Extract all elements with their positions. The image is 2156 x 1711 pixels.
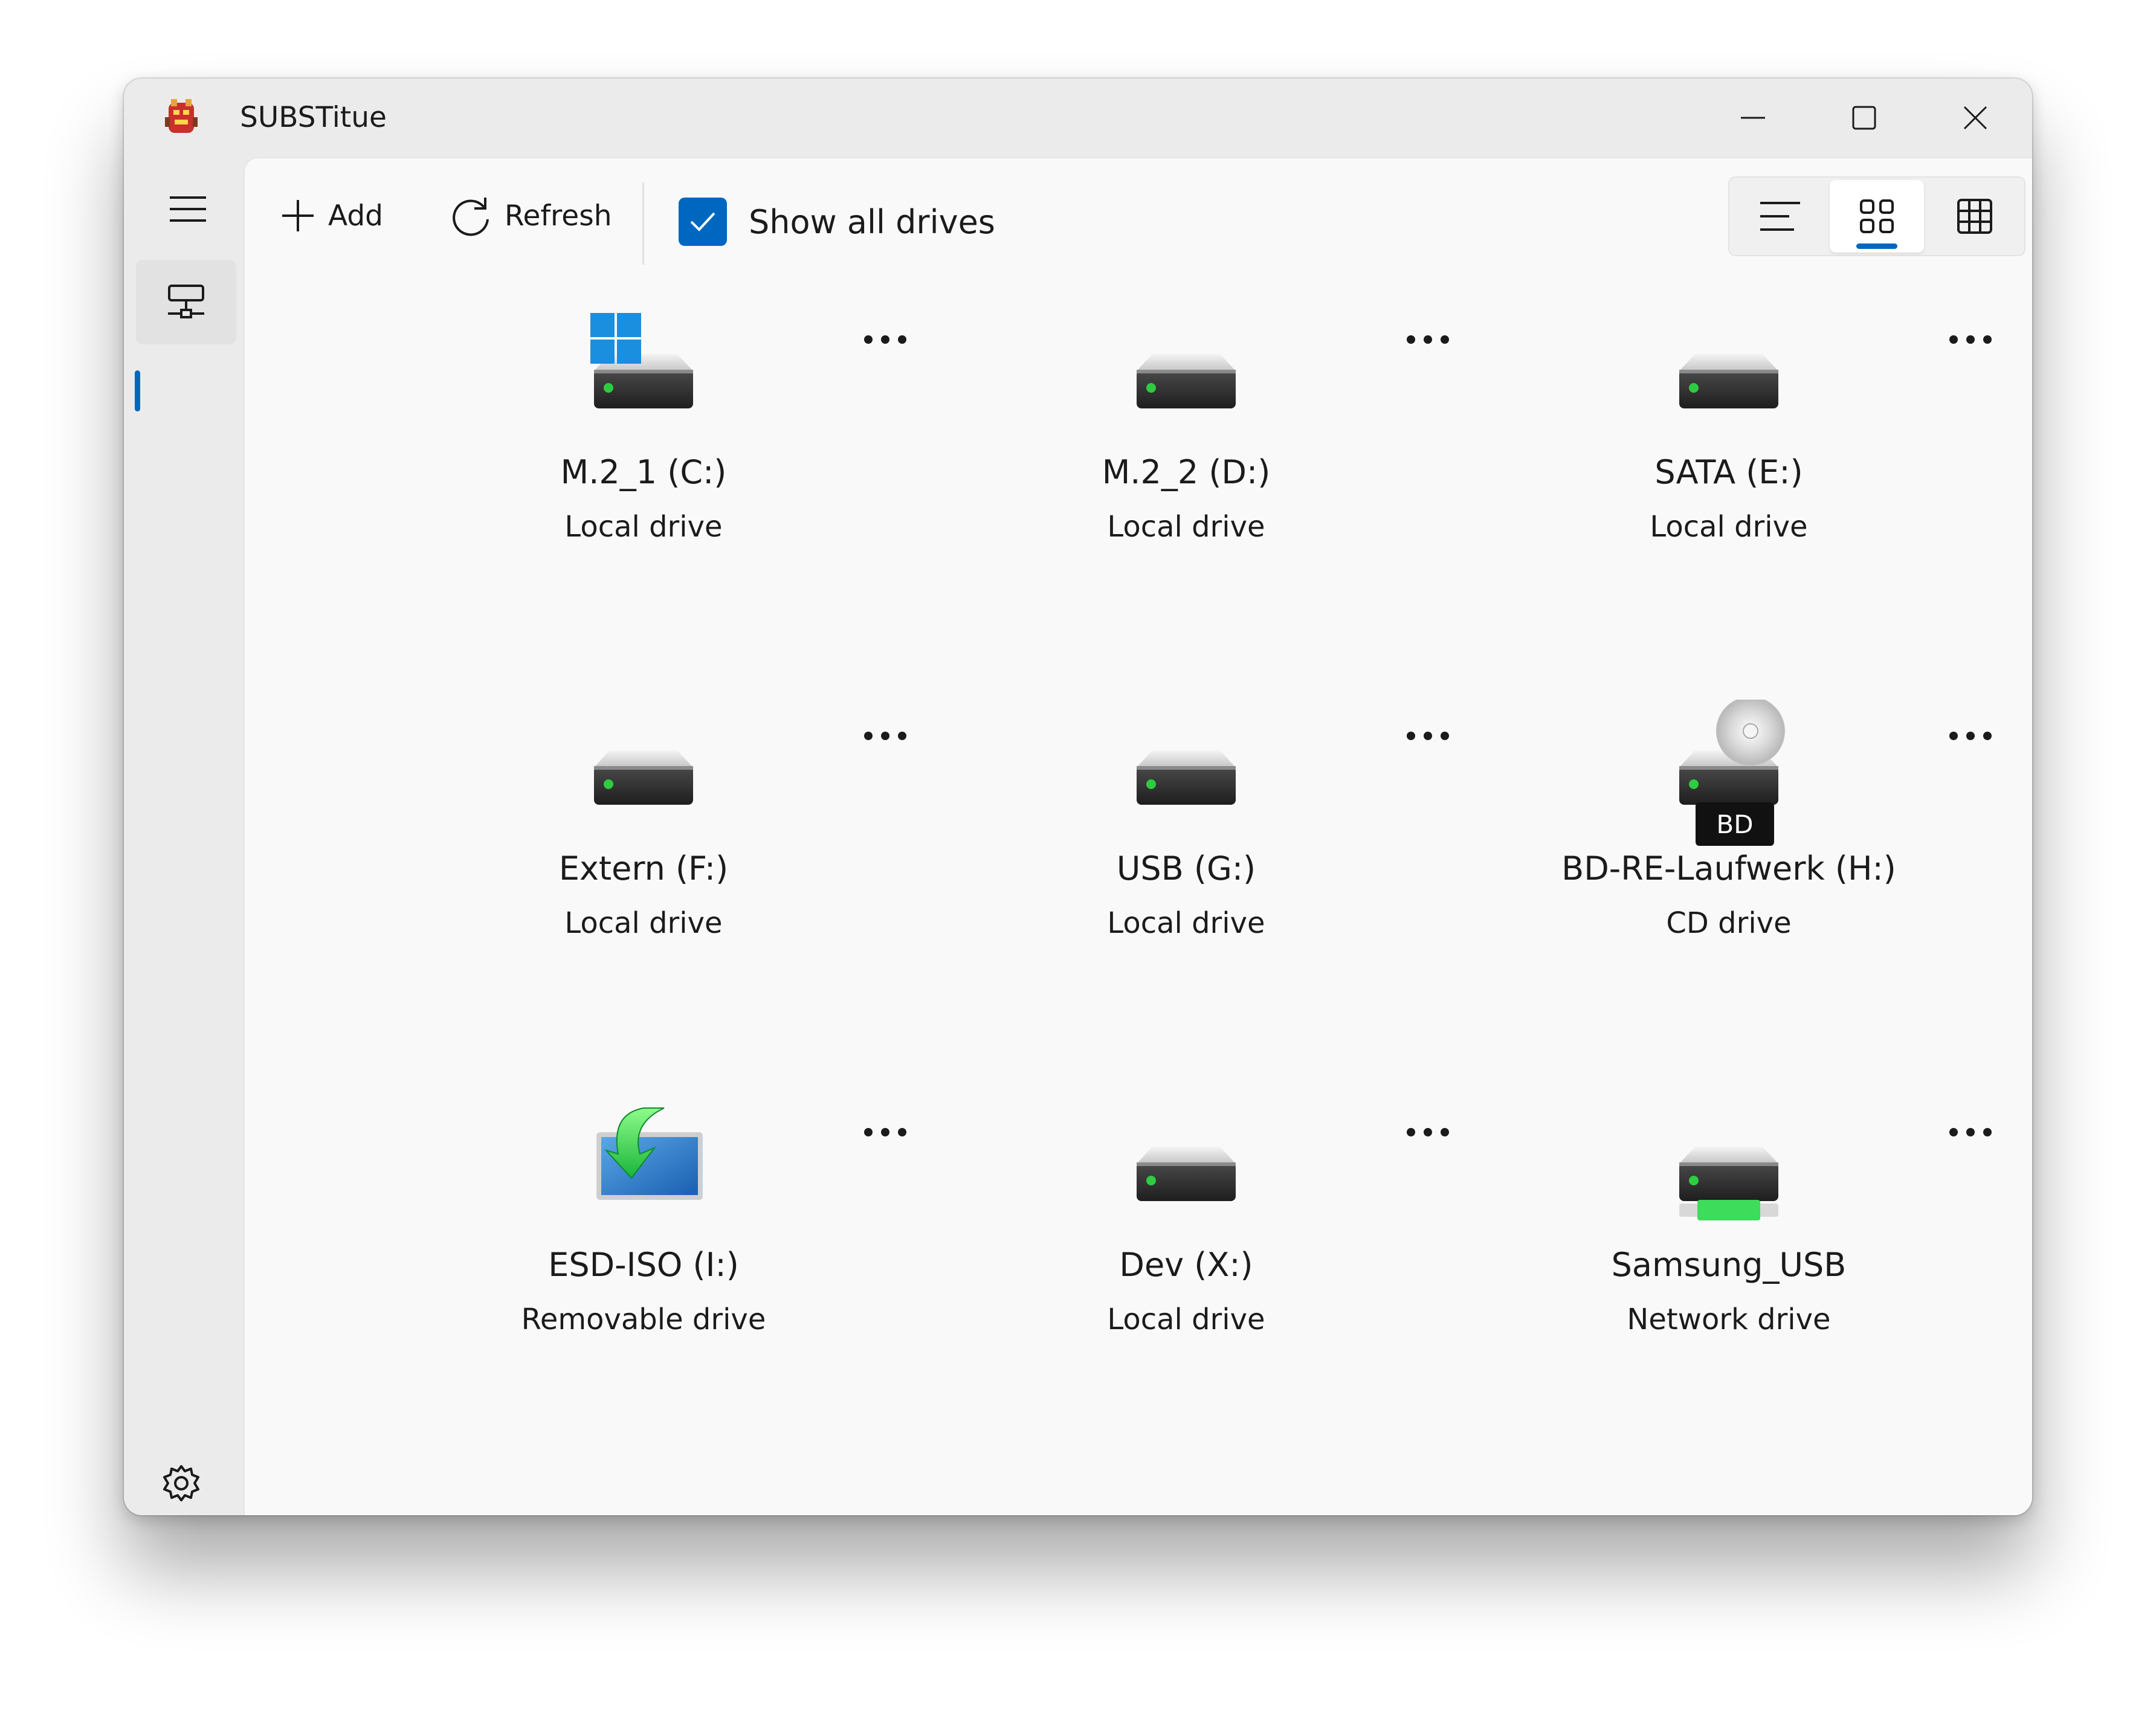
hard-drive-icon [1096, 1096, 1277, 1235]
drive-name: USB (G:) [1116, 849, 1256, 888]
drive-type: Local drive [564, 906, 723, 940]
drive-tile-g[interactable]: USB (G:) Local drive [914, 682, 1458, 1074]
hard-drive-icon [553, 700, 734, 839]
hard-drive-icon [1096, 700, 1277, 839]
drive-name: M.2_1 (C:) [560, 453, 727, 491]
window-title: SUBSTitue [240, 101, 387, 134]
drive-name: SATA (E:) [1654, 453, 1803, 491]
more-options-button[interactable] [1940, 321, 2001, 358]
app-logo-icon [160, 97, 202, 139]
drive-type: Local drive [564, 510, 723, 544]
network-drives-icon [168, 285, 204, 318]
more-icon [1940, 321, 2001, 358]
refresh-button-label: Refresh [505, 199, 612, 233]
more-icon [1398, 718, 1458, 754]
more-icon [1398, 1114, 1458, 1150]
hamburger-menu-button[interactable] [148, 169, 228, 249]
drive-type: Local drive [1650, 510, 1808, 544]
tiles-view-button[interactable] [1830, 180, 1924, 253]
app-window: SUBSTitue Add Refresh Show all drives M.… [124, 79, 2032, 1515]
drive-tile-x[interactable]: Dev (X:) Local drive [914, 1078, 1458, 1471]
refresh-icon [453, 198, 489, 236]
more-options-button[interactable] [1940, 718, 2001, 754]
settings-button[interactable] [148, 1450, 215, 1515]
plus-icon [282, 200, 314, 231]
more-icon [1940, 718, 2001, 754]
drive-tile-i[interactable]: ESD-ISO (I:) Removable drive [372, 1078, 915, 1471]
more-options-button[interactable] [1398, 718, 1458, 754]
drive-type: Removable drive [521, 1303, 766, 1336]
gear-icon [163, 1465, 199, 1501]
navigation-rail [124, 157, 242, 1515]
drive-tile-samsung-usb[interactable]: Samsung_USB Network drive [1457, 1078, 2001, 1471]
optical-drive-icon: BD [1638, 697, 1819, 846]
drive-type: CD drive [1666, 906, 1792, 940]
hard-drive-icon [1096, 303, 1277, 442]
more-icon [855, 1114, 915, 1150]
add-button[interactable]: Add [281, 158, 383, 273]
system-drive-icon [553, 303, 734, 442]
maximize-button[interactable] [1809, 79, 1920, 157]
title-bar[interactable]: SUBSTitue [124, 79, 2032, 157]
drive-name: ESD-ISO (I:) [548, 1246, 739, 1284]
more-icon [1398, 321, 1458, 358]
list-view-icon [1760, 202, 1800, 231]
drive-name: M.2_2 (D:) [1102, 453, 1271, 491]
nav-item-drives[interactable] [136, 260, 236, 344]
show-all-drives-checkbox[interactable]: Show all drives [679, 195, 995, 249]
checkmark-icon [690, 212, 715, 231]
more-options-button[interactable] [855, 1114, 915, 1150]
bd-badge: BD [1696, 802, 1774, 846]
drive-tile-c[interactable]: M.2_1 (C:) Local drive [372, 285, 915, 678]
drive-name: Extern (F:) [558, 849, 729, 888]
removable-drive-icon [553, 1096, 734, 1235]
nav-selection-indicator [135, 370, 140, 411]
grid-view-button[interactable] [1928, 180, 2022, 253]
network-drive-icon [1638, 1096, 1819, 1235]
drive-tile-h[interactable]: BD BD-RE-Laufwerk (H:) CD drive [1457, 682, 2001, 1074]
drive-type: Local drive [1107, 510, 1265, 544]
hard-drive-icon [1638, 303, 1819, 442]
view-selection-indicator [1856, 243, 1897, 249]
toolbar-separator [642, 182, 644, 265]
more-options-button[interactable] [1398, 1114, 1458, 1150]
drive-name: Samsung_USB [1611, 1246, 1847, 1284]
show-all-drives-label: Show all drives [749, 202, 995, 241]
more-icon [1940, 1114, 2001, 1150]
more-icon [855, 718, 915, 754]
refresh-button[interactable]: Refresh [450, 158, 612, 273]
drive-name: BD-RE-Laufwerk (H:) [1561, 849, 1896, 888]
drive-type: Network drive [1627, 1303, 1831, 1336]
more-options-button[interactable] [855, 321, 915, 358]
list-view-button[interactable] [1733, 180, 1827, 253]
add-button-label: Add [328, 199, 383, 233]
more-icon [855, 321, 915, 358]
more-options-button[interactable] [1398, 321, 1458, 358]
drive-type: Local drive [1107, 906, 1265, 940]
hamburger-icon [170, 196, 206, 222]
minimize-button[interactable] [1697, 79, 1809, 157]
checkbox-box[interactable] [679, 198, 727, 246]
grid-view-icon [1957, 199, 1992, 234]
view-mode-switcher [1728, 176, 2025, 256]
drive-tile-e[interactable]: SATA (E:) Local drive [1457, 285, 2001, 678]
close-button[interactable] [1920, 79, 2031, 157]
tiles-view-icon [1860, 199, 1894, 233]
maximize-icon [1852, 106, 1876, 130]
more-options-button[interactable] [855, 718, 915, 754]
drive-tile-d[interactable]: M.2_2 (D:) Local drive [914, 285, 1458, 678]
drive-name: Dev (X:) [1119, 1246, 1253, 1284]
more-options-button[interactable] [1940, 1114, 2001, 1150]
drive-type: Local drive [1107, 1303, 1265, 1336]
minimize-icon [1741, 117, 1765, 119]
drive-tile-f[interactable]: Extern (F:) Local drive [372, 682, 915, 1074]
close-icon [1963, 106, 1987, 130]
main-content: Add Refresh Show all drives M.2_1 (C:) L… [244, 157, 2032, 1515]
